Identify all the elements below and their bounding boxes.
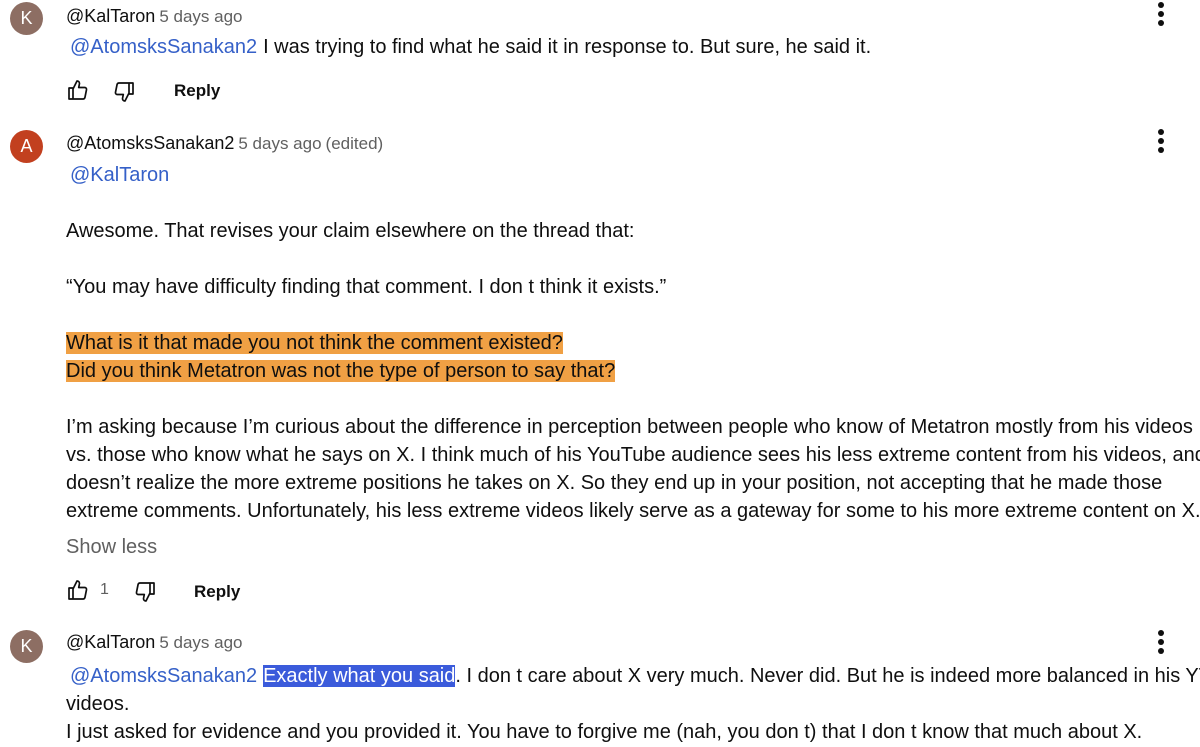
show-less-button[interactable]: Show less [66, 536, 157, 559]
comment-text-content: I was trying to find what he said it in … [263, 36, 872, 58]
paragraph-line: vs. those who know what he says on X. I … [66, 444, 1200, 466]
reply-button[interactable]: Reply [174, 81, 220, 101]
more-vert-icon[interactable] [1148, 628, 1176, 656]
mention-link[interactable]: @KalTaron [70, 164, 169, 186]
thumbs-down-icon [135, 582, 155, 602]
highlighted-text: What is it that made you not think the c… [66, 332, 563, 354]
more-vert-icon[interactable] [1148, 127, 1176, 155]
timestamp[interactable]: 5 days ago [238, 134, 321, 153]
mention-link[interactable]: @AtomsksSanakan2 [70, 665, 257, 687]
like-button[interactable] [66, 78, 90, 108]
thumbs-down-icon [114, 82, 134, 102]
paragraph-line: extreme comments. Unfortunately, his les… [66, 500, 1200, 522]
timestamp[interactable]: 5 days ago [159, 7, 242, 26]
comment-header: @KalTaron 5 days ago [66, 6, 243, 27]
author-name[interactable]: @KalTaron [66, 6, 155, 26]
author-name[interactable]: @AtomsksSanakan2 [66, 133, 234, 153]
paragraph-line: doesn’t realize the more extreme positio… [66, 472, 1163, 494]
author-name[interactable]: @KalTaron [66, 632, 155, 652]
comment-text: @KalTaron Awesome. That revises your cla… [66, 161, 1200, 525]
more-vert-icon[interactable] [1148, 0, 1176, 28]
edited-label: (edited) [325, 134, 384, 153]
paragraph-line: I’m asking because I’m curious about the… [66, 416, 1193, 438]
timestamp[interactable]: 5 days ago [159, 633, 242, 652]
comment-header: @KalTaron 5 days ago [66, 632, 243, 653]
highlighted-text: Did you think Metatron was not the type … [66, 360, 616, 382]
like-count: 1 [100, 581, 109, 598]
reply-button[interactable]: Reply [194, 582, 240, 602]
avatar[interactable]: K [10, 2, 43, 35]
thumbs-up-icon [68, 80, 88, 100]
avatar[interactable]: K [10, 630, 43, 663]
comment-text: @AtomsksSanakan2 I was trying to find wha… [66, 33, 1190, 61]
mention-link[interactable]: @AtomsksSanakan2 [70, 36, 257, 58]
avatar[interactable]: A [10, 130, 43, 163]
comment-text-content: . I don t care about X very much. Never … [455, 665, 1200, 687]
dislike-button[interactable] [112, 80, 136, 110]
comment-text-line: I just asked for evidence and you provid… [66, 721, 1143, 743]
like-button[interactable] [66, 578, 90, 608]
paragraph: “You may have difficulty finding that co… [66, 276, 667, 298]
dislike-button[interactable] [133, 580, 157, 610]
thumbs-up-icon [68, 580, 88, 600]
comment-header: @AtomsksSanakan2 5 days ago (edited) [66, 133, 383, 154]
paragraph: Awesome. That revises your claim elsewhe… [66, 220, 635, 242]
comment-text: @AtomsksSanakan2 Exactly what you said. I… [66, 662, 1200, 746]
selected-text: Exactly what you said [263, 665, 456, 687]
comment-text-line: videos. [66, 693, 130, 715]
